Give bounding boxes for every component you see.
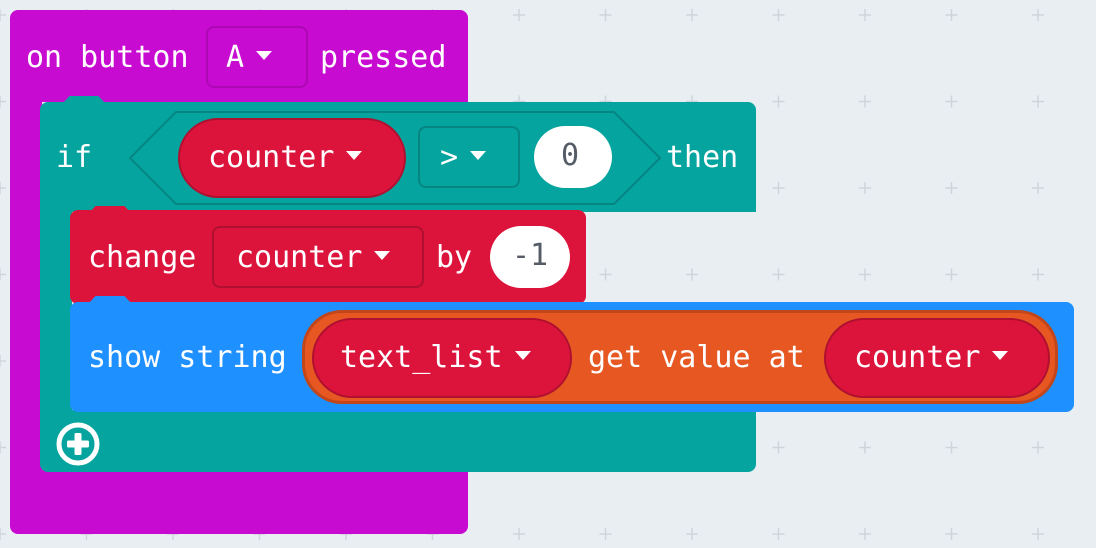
grid-cross [1032, 9, 1044, 21]
compare-right-value-input[interactable]: 0 [534, 126, 612, 188]
grid-cross [772, 95, 785, 108]
triangle-down-icon [256, 51, 273, 60]
grid-cross [945, 441, 958, 454]
plus-circle-icon[interactable] [54, 420, 102, 468]
compare-right-value-text: 0 [561, 138, 580, 173]
grid-cross [426, 528, 439, 540]
triangle-down-icon [514, 351, 531, 360]
grid-cross [513, 528, 525, 540]
grid-cross [859, 528, 871, 540]
grid-cross [945, 95, 958, 108]
grid-cross [772, 528, 785, 540]
grid-cross [772, 441, 785, 454]
index-variable-reporter[interactable]: counter [824, 318, 1050, 398]
grid-cross [513, 441, 525, 454]
grid-cross [426, 441, 439, 454]
compare-left-variable[interactable]: counter [178, 118, 406, 198]
grid-cross [945, 9, 958, 21]
triangle-down-icon [346, 151, 363, 160]
grid-cross [0, 355, 6, 367]
grid-cross [945, 528, 958, 540]
grid-cross [167, 528, 179, 540]
grid-cross [167, 441, 179, 454]
change-amount-input[interactable]: -1 [490, 226, 570, 288]
grid-cross [772, 9, 785, 21]
change-amount-text: -1 [512, 238, 549, 273]
grid-cross [1032, 182, 1044, 194]
grid-cross [1032, 441, 1044, 454]
grid-cross [686, 528, 698, 540]
grid-cross [253, 528, 266, 540]
grid-cross [859, 95, 871, 108]
grid-cross [340, 441, 352, 454]
compare-operator-text: > [440, 138, 487, 178]
grid-cross [599, 441, 612, 454]
grid-cross [859, 268, 871, 281]
index-variable-text: counter [854, 338, 1009, 378]
grid-cross [253, 441, 266, 454]
grid-cross [945, 182, 958, 194]
button-select-value: A [226, 38, 273, 78]
grid-cross [0, 182, 6, 194]
grid-cross [772, 182, 785, 194]
grid-cross [0, 268, 6, 281]
triangle-down-icon [470, 151, 487, 160]
change-variable-text: counter [236, 238, 391, 278]
grid-cross [859, 182, 871, 194]
grid-cross [80, 528, 93, 540]
triangle-down-icon [374, 251, 391, 260]
list-variable-reporter[interactable]: text_list [312, 318, 572, 398]
grid-cross [772, 268, 785, 281]
change-variable-dropdown[interactable]: counter [212, 226, 424, 288]
grid-cross [599, 9, 612, 21]
compare-operator-dropdown[interactable]: > [418, 126, 520, 188]
grid-cross [0, 441, 6, 454]
grid-cross [0, 528, 6, 540]
grid-cross [599, 528, 612, 540]
grid-cross [859, 9, 871, 21]
list-variable-text: text_list [340, 338, 531, 378]
grid-cross [513, 9, 525, 21]
grid-cross [0, 95, 6, 108]
grid-cross [686, 268, 698, 281]
grid-cross [340, 528, 352, 540]
compare-left-variable-text: counter [208, 138, 363, 178]
grid-cross [945, 268, 958, 281]
grid-cross [686, 441, 698, 454]
grid-cross [686, 9, 698, 21]
grid-cross [0, 9, 6, 21]
grid-cross [859, 441, 871, 454]
button-select-dropdown[interactable]: A [206, 26, 308, 88]
grid-cross [1032, 95, 1044, 108]
grid-cross [599, 268, 612, 281]
grid-cross [1032, 528, 1044, 540]
triangle-down-icon [992, 351, 1009, 360]
grid-cross [1032, 268, 1044, 281]
